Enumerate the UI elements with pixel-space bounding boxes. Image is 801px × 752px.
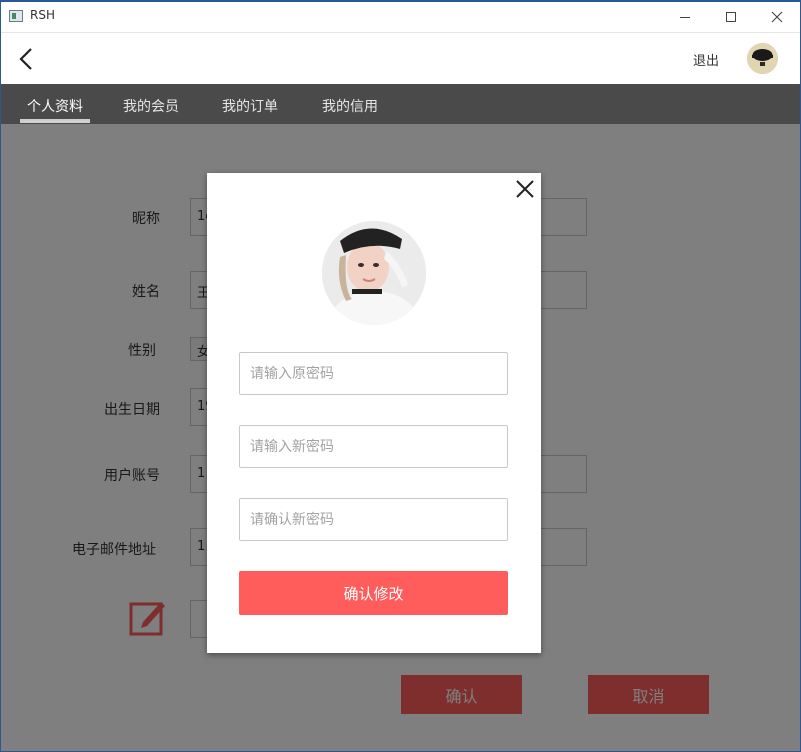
active-tab-indicator: [20, 119, 90, 123]
close-button[interactable]: [514, 178, 536, 200]
tab-credit[interactable]: 我的信用: [322, 96, 378, 116]
title-bar: RSH: [1, 2, 800, 33]
avatar-image: [747, 43, 778, 74]
new-password-input[interactable]: [239, 425, 508, 468]
user-avatar[interactable]: [747, 43, 778, 74]
minimize-icon: [680, 16, 690, 18]
close-icon: [516, 180, 534, 198]
old-password-input[interactable]: [239, 352, 508, 395]
confirm-change-button[interactable]: 确认修改: [239, 571, 508, 615]
logout-link[interactable]: 退出: [693, 50, 719, 69]
window-close-button[interactable]: [754, 2, 800, 32]
back-button[interactable]: [15, 47, 39, 71]
chevron-left-icon: [19, 48, 32, 70]
app-icon: [9, 10, 23, 22]
profile-avatar: [322, 221, 426, 325]
change-password-dialog: 确认修改: [207, 173, 541, 653]
confirm-password-input[interactable]: [239, 498, 508, 541]
app-header: 退出: [1, 33, 800, 84]
tab-orders[interactable]: 我的订单: [222, 96, 278, 116]
minimize-button[interactable]: [662, 2, 708, 32]
tab-profile[interactable]: 个人资料: [27, 96, 83, 116]
tab-bar: 个人资料 我的会员 我的订单 我的信用: [1, 84, 800, 124]
window-close-icon: [771, 11, 783, 23]
avatar-photo: [322, 221, 426, 325]
window-title: RSH: [30, 8, 55, 22]
app-window: RSH 退出 个人资料 我的会员 我的订单 我的信用 确认修改: [0, 0, 801, 752]
maximize-icon: [726, 12, 736, 22]
maximize-button[interactable]: [708, 2, 754, 32]
tab-membership[interactable]: 我的会员: [123, 96, 179, 116]
